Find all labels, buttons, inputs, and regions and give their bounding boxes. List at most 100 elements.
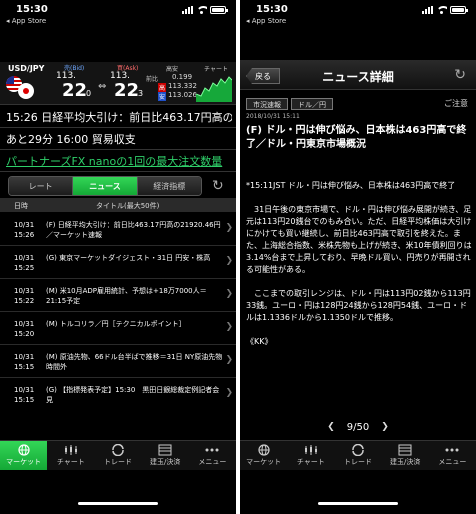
- mini-chart-icon[interactable]: [196, 74, 232, 102]
- article-pager: ❮ 9/50 ❯: [240, 420, 476, 434]
- nav-chart[interactable]: チャート: [47, 441, 94, 470]
- content-tabs: レート ニュース 経済指標: [8, 176, 202, 196]
- page-indicator: 9/50: [346, 421, 370, 433]
- battery-icon: [210, 6, 228, 14]
- chevron-right-icon: ❯: [225, 223, 233, 233]
- chart-label: チャート: [204, 66, 228, 73]
- previous-article-icon[interactable]: ❮: [327, 422, 335, 432]
- nav-menu-label: メニュー: [438, 458, 467, 466]
- article-tags: 市況速報 ドル／円: [246, 98, 333, 110]
- back-to-app-store-link[interactable]: ◂ App Store: [6, 17, 46, 25]
- trade-arrows-icon: [112, 444, 124, 456]
- ticker-upcoming-event[interactable]: あと29分 16:00 貿易収支: [6, 131, 136, 147]
- news-date: 10/31: [14, 287, 35, 295]
- japan-flag-icon: [18, 83, 34, 99]
- news-title: (G) 【指標発表予定】15:30 黒田日銀総裁定例記者会見: [46, 386, 220, 404]
- currency-pair: USD/JPY: [8, 64, 45, 73]
- rate-panel[interactable]: USD/JPY 売(Bid) 113. 22 0 ⇔ 買(Ask) 113. 2…: [0, 62, 236, 104]
- change-value: 0.199: [172, 73, 193, 81]
- nav-chart-label: チャート: [296, 458, 325, 466]
- title-column-header: タイトル(最大50件): [96, 202, 160, 210]
- caution-link[interactable]: ご注意: [444, 98, 468, 109]
- news-list-item[interactable]: 10/31 15:26 (F) 日経平均大引け：前日比463.17円高の21920…: [0, 213, 236, 246]
- article-body: *15:11JST ドル・円は伸び悩み、日本株は463円高で終了 31日午後の東…: [246, 180, 472, 360]
- tab-rate[interactable]: レート: [9, 177, 74, 195]
- nav-market[interactable]: マーケット: [0, 441, 48, 470]
- nav-positions[interactable]: 建玉/決済: [142, 441, 189, 470]
- spread-arrow-icon: ⇔: [98, 81, 107, 92]
- home-indicator[interactable]: [78, 502, 158, 505]
- chevron-right-icon: ❯: [225, 355, 233, 365]
- nav-market-label: マーケット: [246, 458, 282, 466]
- news-time: 15:20: [14, 330, 35, 338]
- news-list: 10/31 15:26 (F) 日経平均大引け：前日比463.17円高の21920…: [0, 213, 236, 406]
- ask-price-pips[interactable]: 22: [114, 80, 139, 101]
- currency-flags: [6, 76, 36, 100]
- news-title: (M) 原油先物、66ドル台半ばで推移＝31日 NY原油先物時間外: [46, 353, 223, 371]
- nav-chart[interactable]: チャート: [287, 441, 334, 470]
- high-value: 113.332: [168, 82, 197, 90]
- chevron-right-icon: ❯: [225, 256, 233, 266]
- news-list-item[interactable]: 10/31 15:15 (M) 原油先物、66ドル台半ばで推移＝31日 NY原油先…: [0, 345, 236, 378]
- globe-icon: [257, 444, 270, 456]
- more-dots-icon: [205, 448, 219, 452]
- news-title: (M) 米10月ADP雇用統計、予想は+18万7000人＝21:15予定: [46, 287, 207, 305]
- more-dots-icon: [445, 448, 459, 452]
- bid-price-pips[interactable]: 22: [62, 80, 87, 101]
- home-indicator[interactable]: [318, 502, 398, 505]
- status-bar: 15:30 ◂ App Store: [240, 0, 476, 30]
- article-paragraph: ここまでの取引レンジは、ドル・円は113円02銭から113円33銭。ユーロ・円は…: [246, 289, 471, 322]
- nav-positions[interactable]: 建玉/決済: [382, 441, 429, 470]
- back-to-app-store-link[interactable]: ◂ App Store: [246, 17, 286, 25]
- cellular-signal-icon: [422, 6, 433, 14]
- cellular-signal-icon: [182, 6, 193, 14]
- bid-price-fraction: 0: [86, 89, 92, 98]
- high-low-label: 高安: [166, 66, 179, 73]
- bottom-navigation: マーケット チャート トレード 建玉/決済 メニュー: [0, 440, 236, 470]
- refresh-icon[interactable]: ↻: [454, 67, 466, 83]
- article-paragraph: 《KK》: [246, 337, 273, 346]
- news-detail-header: 戻る ニュース詳細 ↻: [240, 60, 476, 90]
- news-list-item[interactable]: 10/31 15:20 (M) トルコリラ／円［テクニカルポイント］ ❯: [0, 312, 236, 345]
- article-paragraph: 31日午後の東京市場で、ドル・円は伸び悩み展開が続き、足元は113円20銭台での…: [246, 205, 472, 274]
- nav-menu[interactable]: メニュー: [429, 441, 476, 470]
- refresh-icon[interactable]: ↻: [212, 178, 224, 194]
- chevron-right-icon: ❯: [225, 322, 233, 332]
- news-date: 10/31: [14, 386, 35, 394]
- ticker-promo-link[interactable]: パートナーズFX nanoの1回の最大注文数量: [6, 153, 232, 169]
- next-article-icon[interactable]: ❯: [381, 422, 389, 432]
- nav-trade[interactable]: トレード: [94, 441, 141, 470]
- nav-positions-label: 建玉/決済: [150, 458, 181, 466]
- wifi-icon: [436, 6, 447, 14]
- news-title: (F) 日経平均大引け：前日比463.17円高の21920.46円／マーケット速…: [46, 221, 221, 239]
- tab-economic-indicators[interactable]: 経済指標: [137, 177, 201, 195]
- news-list-item[interactable]: 10/31 15:22 (M) 米10月ADP雇用統計、予想は+18万7000人＝…: [0, 279, 236, 312]
- low-tag: 安: [158, 92, 167, 101]
- news-time: 15:22: [14, 297, 35, 305]
- chevron-right-icon: ❯: [225, 388, 233, 398]
- nav-trade[interactable]: トレード: [334, 441, 381, 470]
- nav-positions-label: 建玉/決済: [390, 458, 421, 466]
- chart-icon: [64, 445, 77, 455]
- status-time: 15:30: [16, 4, 48, 15]
- nav-chart-label: チャート: [56, 458, 85, 466]
- news-list-item[interactable]: 10/31 15:15 (G) 【指標発表予定】15:30 黒田日銀総裁定例記者会…: [0, 378, 236, 406]
- news-list-item[interactable]: 10/31 15:25 (G) 東京マーケットダイジェスト・31日 円安・株高 ❯: [0, 246, 236, 279]
- tab-news[interactable]: ニュース: [73, 177, 138, 195]
- chart-icon: [304, 445, 317, 455]
- trade-arrows-icon: [352, 444, 364, 456]
- status-bar: 15:30 ◂ App Store: [0, 0, 236, 30]
- date-column-header: 日時: [14, 202, 28, 210]
- wifi-icon: [196, 6, 207, 14]
- nav-trade-label: トレード: [344, 458, 372, 466]
- news-time: 15:15: [14, 396, 35, 404]
- news-time: 15:25: [14, 264, 35, 272]
- nav-menu[interactable]: メニュー: [189, 441, 236, 470]
- status-time: 15:30: [256, 4, 288, 15]
- nav-market[interactable]: マーケット: [240, 441, 287, 470]
- ticker-headline[interactable]: 15:26 日経平均大引け：前日比463.17円高の21920.46円: [6, 109, 232, 125]
- news-title: (M) トルコリラ／円［テクニカルポイント］: [46, 320, 186, 328]
- category-tag: 市況速報: [246, 98, 288, 110]
- nav-menu-label: メニュー: [198, 458, 227, 466]
- high-tag: 高: [158, 83, 167, 92]
